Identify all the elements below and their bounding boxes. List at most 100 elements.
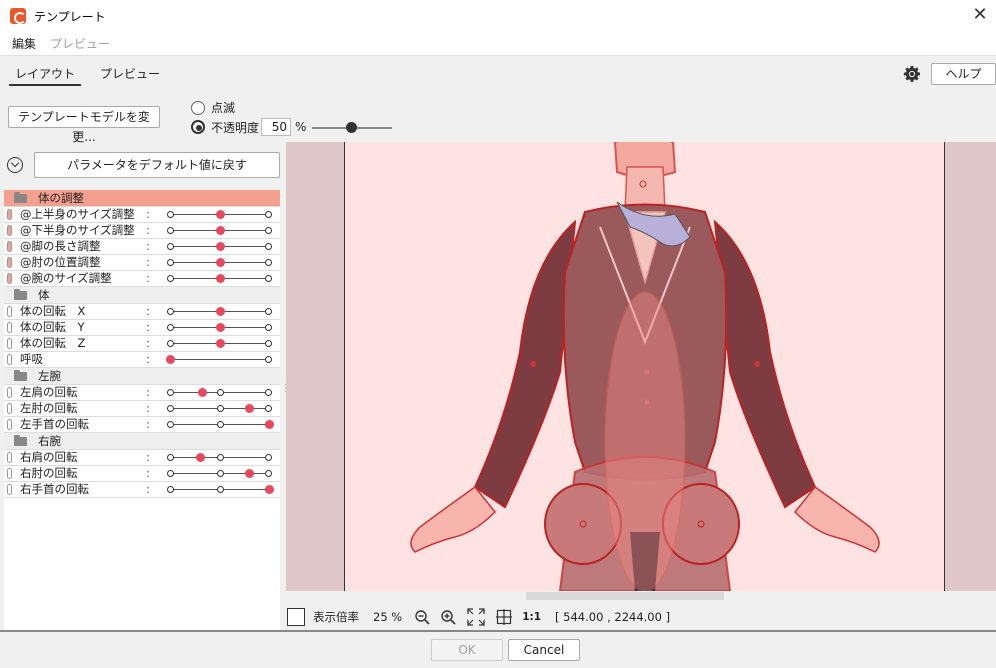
parameter-pin-icon[interactable] bbox=[7, 306, 12, 317]
parameter-slider-end bbox=[265, 470, 272, 477]
parameter-slider-thumb[interactable] bbox=[265, 420, 274, 429]
preview-viewport[interactable] bbox=[286, 142, 996, 601]
parameter-label: @下半身のサイズ調整 bbox=[20, 223, 135, 237]
parameter-pin-icon[interactable] bbox=[7, 468, 12, 479]
parameter-slider-thumb[interactable] bbox=[245, 469, 255, 478]
parameter-label: 左肘の回転 bbox=[20, 401, 78, 415]
parameter-row[interactable]: 左肩の回転: bbox=[4, 385, 280, 401]
parameter-row[interactable]: 体の回転 Z: bbox=[4, 336, 280, 352]
blink-radio[interactable] bbox=[191, 100, 205, 115]
parameter-pin-icon[interactable] bbox=[7, 209, 12, 220]
ok-button: OK bbox=[431, 639, 503, 661]
zoom-out-icon[interactable] bbox=[414, 609, 430, 625]
parameter-slider-thumb[interactable] bbox=[215, 307, 225, 316]
panel-splitter[interactable] bbox=[281, 380, 284, 392]
parameter-row[interactable]: 右肩の回転: bbox=[4, 450, 280, 466]
parameter-row[interactable]: 左肘の回転: bbox=[4, 401, 280, 417]
parameter-pin-icon[interactable] bbox=[7, 241, 12, 252]
parameter-row[interactable]: 体の回転 Y: bbox=[4, 320, 280, 336]
background-color-swatch[interactable] bbox=[287, 607, 305, 626]
parameter-pin-icon[interactable] bbox=[7, 484, 12, 495]
parameter-slider-thumb[interactable] bbox=[215, 274, 225, 283]
parameter-separator: : bbox=[146, 450, 150, 464]
tab-preview[interactable]: プレビュー bbox=[100, 65, 160, 82]
parameter-group[interactable]: 体 bbox=[4, 287, 280, 304]
parameter-row[interactable]: @下半身のサイズ調整: bbox=[4, 223, 280, 239]
parameter-slider-end bbox=[265, 324, 272, 331]
parameter-pin-icon[interactable] bbox=[7, 387, 12, 398]
parameter-slider-end bbox=[167, 227, 174, 234]
parameter-pin-icon[interactable] bbox=[7, 354, 12, 365]
parameter-row[interactable]: @脚の長さ調整: bbox=[4, 239, 280, 255]
center-view-icon[interactable] bbox=[496, 608, 513, 625]
fit-to-window-icon[interactable] bbox=[466, 607, 486, 627]
parameter-label: @腕のサイズ調整 bbox=[20, 271, 112, 285]
parameter-pin-icon[interactable] bbox=[7, 452, 12, 463]
reset-parameters-button[interactable]: パラメータをデフォルト値に戻す bbox=[34, 152, 280, 178]
parameter-label: 体の回転 Z bbox=[20, 336, 86, 350]
parameter-slider-end bbox=[167, 308, 174, 315]
parameter-slider-thumb[interactable] bbox=[245, 404, 255, 413]
parameter-separator: : bbox=[146, 417, 150, 431]
parameter-row[interactable]: 体の回転 X: bbox=[4, 304, 280, 320]
parameter-slider-thumb[interactable] bbox=[215, 323, 225, 332]
zoom-in-icon[interactable] bbox=[440, 609, 456, 625]
parameter-separator: : bbox=[146, 482, 150, 496]
parameter-row[interactable]: @腕のサイズ調整: bbox=[4, 271, 280, 287]
parameter-slider-track[interactable] bbox=[170, 359, 269, 360]
parameter-slider-thumb[interactable] bbox=[215, 339, 225, 348]
parameter-row[interactable]: @肘の位置調整: bbox=[4, 255, 280, 271]
parameter-label: 体の回転 Y bbox=[20, 320, 85, 334]
parameter-slider-thumb[interactable] bbox=[197, 388, 207, 397]
horizontal-scrollbar[interactable] bbox=[286, 591, 996, 601]
parameter-row[interactable]: 左手首の回転: bbox=[4, 417, 280, 433]
parameter-slider-thumb[interactable] bbox=[215, 226, 225, 235]
change-template-model-button[interactable]: テンプレートモデルを変更... bbox=[8, 106, 160, 144]
menu-edit[interactable]: 編集 bbox=[0, 35, 44, 52]
parameter-slider-thumb[interactable] bbox=[215, 242, 225, 251]
opacity-radio[interactable] bbox=[191, 120, 205, 134]
gear-icon[interactable] bbox=[903, 65, 921, 83]
opacity-input[interactable]: 50 bbox=[261, 118, 292, 136]
preview-canvas[interactable] bbox=[344, 142, 945, 593]
parameter-slider-thumb[interactable] bbox=[215, 258, 225, 267]
parameter-pin-icon[interactable] bbox=[7, 225, 12, 236]
parameter-slider-end bbox=[265, 243, 272, 250]
parameter-row[interactable]: 右手首の回転: bbox=[4, 482, 280, 498]
parameter-pin-icon[interactable] bbox=[7, 338, 12, 349]
actual-size-button[interactable]: 1:1 bbox=[522, 611, 541, 623]
parameter-slider-thumb[interactable] bbox=[195, 453, 205, 462]
opacity-slider-thumb[interactable] bbox=[346, 122, 357, 133]
parameter-group-label: 体の調整 bbox=[38, 191, 84, 205]
parameter-row[interactable]: @上半身のサイズ調整: bbox=[4, 207, 280, 223]
parameter-slider-default-mark bbox=[216, 486, 224, 493]
parameter-slider-thumb[interactable] bbox=[166, 355, 175, 364]
parameter-group[interactable]: 右腕 bbox=[4, 433, 280, 450]
opacity-option[interactable]: 不透明度 50 % bbox=[191, 118, 306, 136]
parameter-group[interactable]: 体の調整 bbox=[4, 190, 280, 207]
tab-layout[interactable]: レイアウト bbox=[9, 65, 81, 86]
parameter-pin-icon[interactable] bbox=[7, 322, 12, 333]
parameter-row[interactable]: 呼吸: bbox=[4, 352, 280, 368]
parameter-slider-thumb[interactable] bbox=[215, 210, 225, 219]
folder-icon bbox=[14, 192, 27, 203]
parameter-pin-icon[interactable] bbox=[7, 419, 12, 430]
parameter-separator: : bbox=[146, 352, 150, 366]
close-icon[interactable]: ✕ bbox=[968, 4, 992, 28]
parameter-group[interactable]: 左腕 bbox=[4, 368, 280, 385]
parameter-row[interactable]: 右肘の回転: bbox=[4, 466, 280, 482]
collapse-chevron-icon[interactable] bbox=[7, 157, 23, 173]
parameter-pin-icon[interactable] bbox=[7, 257, 12, 268]
parameter-slider-end bbox=[265, 259, 272, 266]
help-button[interactable]: ヘルプ bbox=[931, 63, 996, 85]
parameter-pin-icon[interactable] bbox=[7, 403, 12, 414]
cancel-button[interactable]: Cancel bbox=[508, 639, 580, 661]
parameter-pin-icon[interactable] bbox=[7, 273, 12, 284]
toolbar: レイアウト プレビュー ヘルプ bbox=[0, 57, 996, 93]
parameter-slider-thumb[interactable] bbox=[265, 485, 274, 494]
scrollbar-thumb[interactable] bbox=[526, 592, 724, 600]
parameter-separator: : bbox=[146, 271, 150, 285]
template-model-figure bbox=[410, 142, 880, 593]
blink-option[interactable]: 点滅 bbox=[191, 99, 235, 116]
title-bar: テンプレート ✕ bbox=[0, 0, 996, 32]
